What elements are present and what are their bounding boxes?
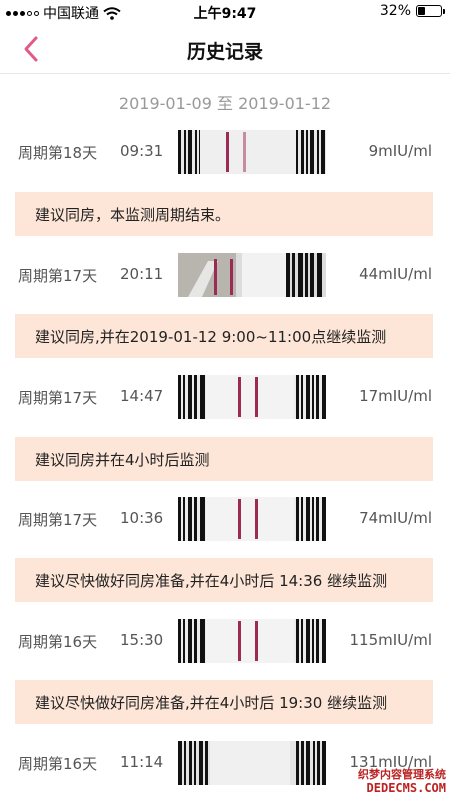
record-value: 44mIU/ml [359, 265, 432, 283]
advice-text: 建议同房并在4小时后监测 [35, 451, 210, 469]
record-cycle: 周期第17天 [18, 267, 98, 285]
test-strip-image [178, 130, 326, 174]
record-cycle: 周期第17天 [18, 389, 98, 407]
advice-box: 建议同房并在4小时后监测 [15, 437, 433, 481]
record-time: 15:30 [120, 631, 164, 649]
test-strip-image [178, 741, 326, 785]
record-cycle: 周期第17天 [18, 511, 98, 529]
test-strip-image [178, 253, 326, 297]
record-row[interactable]: 周期第16天 15:30 115mIU/ml [0, 619, 450, 663]
advice-text: 建议同房,并在2019-01-12 9:00~11:00点继续监测 [35, 328, 387, 346]
advice-box: 建议尽快做好同房准备,并在4小时后 19:30 继续监测 [15, 680, 433, 724]
status-bar: 中国联通 上午9:47 32% [0, 0, 450, 24]
test-strip-image [178, 375, 326, 419]
record-row[interactable]: 周期第17天 10:36 74mIU/ml [0, 497, 450, 541]
status-right: 32% [379, 3, 445, 19]
advice-text: 建议尽快做好同房准备,并在4小时后 14:36 继续监测 [35, 572, 388, 590]
record-value: 17mIU/ml [359, 387, 432, 405]
record-value: 115mIU/ml [349, 631, 432, 649]
battery-icon [416, 5, 445, 17]
advice-text: 建议尽快做好同房准备,并在4小时后 19:30 继续监测 [35, 694, 388, 712]
battery-percent: 32% [379, 3, 411, 19]
record-time: 11:14 [120, 753, 164, 771]
nav-bar: 历史记录 [0, 24, 450, 74]
battery-fill [418, 7, 426, 15]
record-time: 20:11 [120, 265, 164, 283]
test-strip-image [178, 619, 326, 663]
record-time: 14:47 [120, 387, 164, 405]
watermark-en: DEDECMS.COM [366, 781, 446, 795]
record-cycle: 周期第16天 [18, 755, 98, 773]
test-strip-image [178, 497, 326, 541]
advice-box: 建议尽快做好同房准备,并在4小时后 14:36 继续监测 [15, 558, 433, 602]
page-title: 历史记录 [186, 41, 263, 63]
date-range: 2019-01-09 至 2019-01-12 [118, 94, 332, 113]
record-cycle: 周期第16天 [18, 633, 98, 651]
record-cycle: 周期第18天 [18, 144, 98, 162]
record-value: 9mIU/ml [368, 142, 432, 160]
record-time: 09:31 [120, 142, 164, 160]
record-row[interactable]: 周期第17天 14:47 17mIU/ml [0, 375, 450, 419]
record-row[interactable]: 周期第18天 09:31 9mIU/ml [0, 130, 450, 174]
advice-box: 建议同房,并在2019-01-12 9:00~11:00点继续监测 [15, 314, 433, 358]
record-time: 10:36 [120, 509, 164, 527]
watermark-logo: 织梦内容管理系统 DEDECMS.COM [336, 766, 446, 798]
advice-box: 建议同房，本监测周期结束。 [15, 192, 433, 236]
record-row[interactable]: 周期第17天 20:11 44mIU/ml [0, 253, 450, 297]
advice-text: 建议同房，本监测周期结束。 [35, 206, 231, 224]
watermark-cn: 织梦内容管理系统 [358, 768, 446, 781]
record-value: 74mIU/ml [359, 509, 432, 527]
